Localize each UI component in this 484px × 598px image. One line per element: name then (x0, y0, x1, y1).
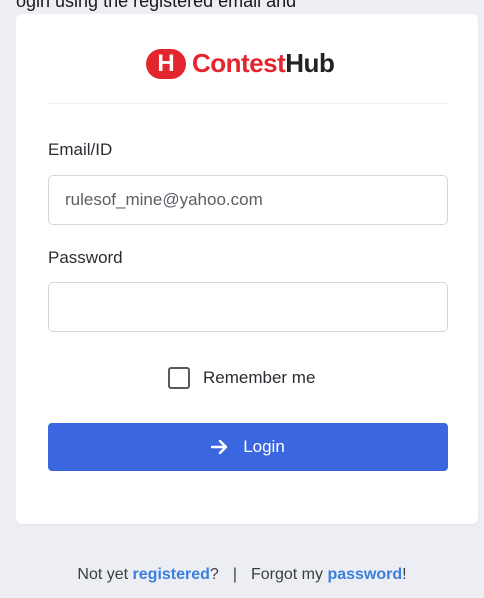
forgot-password-link[interactable]: password (327, 566, 402, 583)
remember-me-label: Remember me (203, 368, 316, 387)
header-divider (48, 103, 448, 104)
footer-forgot-text: Forgot my (250, 566, 328, 583)
footer-separator: | (232, 566, 237, 583)
footer-not-yet-text: Not yet (77, 566, 133, 583)
logo-letter: H (157, 49, 175, 77)
footer-links: Not yet registered? | Forgot my password! (0, 566, 484, 584)
footer-exclaim: ! (402, 566, 407, 583)
remember-me-toggle[interactable]: Remember me (168, 367, 315, 389)
logo-wordmark: ContestHub (192, 48, 335, 79)
truncated-instruction-text: ogin using the registered email and (16, 0, 297, 11)
email-field[interactable] (48, 175, 448, 225)
arrow-right-icon (211, 439, 228, 455)
login-button-label: Login (243, 437, 285, 456)
password-field[interactable] (48, 282, 448, 332)
login-card: H ContestHub Email/ID Password Remember … (16, 14, 478, 524)
register-link[interactable]: registered (133, 566, 210, 583)
logo-word-hub: Hub (285, 48, 335, 78)
logo-word-contest: Contest (192, 48, 286, 78)
password-label: Password (48, 248, 123, 267)
remember-me-checkbox[interactable] (168, 367, 190, 389)
footer-question: ? (209, 566, 219, 583)
logo-mark-icon: H (146, 48, 186, 79)
login-button[interactable]: Login (48, 423, 448, 471)
contesthub-logo: H ContestHub (146, 48, 335, 79)
email-label: Email/ID (48, 140, 113, 159)
